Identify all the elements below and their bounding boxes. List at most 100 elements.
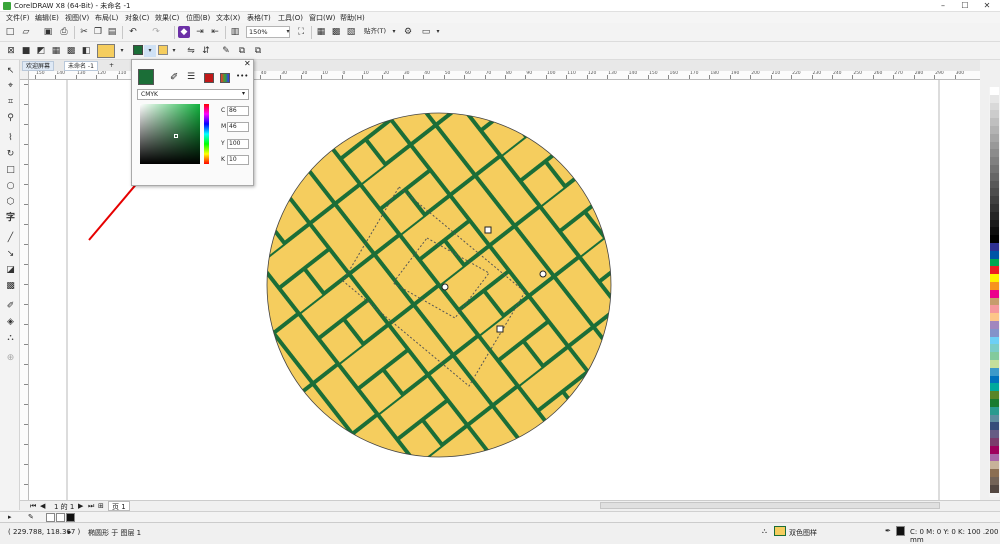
- palette-swatch[interactable]: [990, 250, 999, 259]
- palette-swatch[interactable]: [990, 453, 999, 462]
- palette-swatch[interactable]: [990, 165, 999, 173]
- transform-handle-right[interactable]: [539, 270, 547, 278]
- channel-c-input[interactable]: 86: [227, 106, 249, 116]
- ruler-origin[interactable]: [20, 71, 29, 80]
- woven-ellipse[interactable]: [266, 112, 612, 458]
- status-arrow-icon[interactable]: ▸: [68, 528, 72, 536]
- palette-swatch[interactable]: [990, 321, 999, 329]
- palette-swatch[interactable]: [990, 211, 999, 220]
- palette-swatch[interactable]: [990, 118, 999, 127]
- palette-swatch[interactable]: [990, 445, 999, 454]
- add-tool-icon[interactable]: ⊕: [4, 352, 17, 365]
- palette-swatch[interactable]: [990, 305, 999, 314]
- palette-swatch[interactable]: [990, 172, 999, 181]
- paste-icon[interactable]: ▤: [106, 26, 118, 38]
- palette-swatch[interactable]: [990, 297, 999, 306]
- swatch-black[interactable]: [66, 513, 75, 522]
- launch-dropdown-icon[interactable]: ▾: [432, 26, 444, 38]
- transform-handle-center[interactable]: [441, 283, 449, 291]
- parallel-dimension-icon[interactable]: ╱: [4, 232, 17, 245]
- corel-connect-icon[interactable]: ◆: [178, 26, 190, 38]
- menu-text[interactable]: 文本(X): [216, 13, 240, 23]
- page-tab[interactable]: 页 1: [108, 501, 130, 511]
- menu-object[interactable]: 对象(C): [125, 13, 149, 23]
- transform-with-object-icon[interactable]: ⧉: [236, 45, 248, 57]
- palette-swatch[interactable]: [990, 344, 999, 353]
- transform-handle-bottom[interactable]: [496, 325, 504, 333]
- rulers-icon[interactable]: ▦: [315, 26, 327, 38]
- channel-m-input[interactable]: 46: [227, 122, 249, 132]
- next-page-icon[interactable]: ▶: [78, 502, 83, 510]
- tab-welcome-screen[interactable]: 欢迎屏幕: [22, 61, 55, 71]
- fill-swatch[interactable]: [774, 526, 786, 536]
- eyedropper-tool-icon[interactable]: ✐: [4, 300, 17, 313]
- minimize-button[interactable]: –: [932, 0, 954, 12]
- mirror-horizontal-icon[interactable]: ⇋: [185, 45, 197, 57]
- uniform-fill-icon[interactable]: ■: [20, 45, 32, 57]
- outline-swatch[interactable]: [896, 526, 905, 536]
- palette-swatch[interactable]: [990, 87, 999, 95]
- horizontal-scrollbar[interactable]: [600, 502, 940, 509]
- connector-tool-icon[interactable]: ↘: [4, 248, 17, 261]
- mirror-vertical-icon[interactable]: ⇵: [200, 45, 212, 57]
- menu-file[interactable]: 文件(F): [6, 13, 30, 23]
- swatch-white[interactable]: [56, 513, 65, 522]
- artistic-media-icon[interactable]: ↻: [4, 148, 17, 161]
- add-tab-button[interactable]: +: [106, 61, 117, 71]
- menu-edit[interactable]: 编辑(E): [35, 13, 59, 23]
- first-page-icon[interactable]: ⏮: [30, 502, 36, 511]
- palette-swatch[interactable]: [990, 484, 999, 493]
- prev-page-icon[interactable]: ◀: [40, 502, 45, 510]
- channel-k-input[interactable]: 10: [227, 155, 249, 165]
- ellipse-tool-icon[interactable]: ○: [4, 180, 17, 193]
- maximize-button[interactable]: ☐: [954, 0, 976, 12]
- palette-swatch[interactable]: [990, 188, 999, 197]
- palette-swatch[interactable]: [990, 469, 999, 478]
- freehand-tool-icon[interactable]: ⌇: [4, 132, 17, 145]
- transparency-tool-icon[interactable]: ▩: [4, 280, 17, 293]
- import-icon[interactable]: ⇥: [194, 26, 206, 38]
- palette-swatch[interactable]: [990, 126, 999, 134]
- palette-swatch[interactable]: [990, 313, 999, 322]
- print-icon[interactable]: ⎙: [58, 26, 70, 38]
- palette-swatch[interactable]: [990, 352, 999, 361]
- palette-swatch[interactable]: [990, 149, 999, 158]
- crop-tool-icon[interactable]: ⌗: [4, 96, 17, 109]
- palette-swatch[interactable]: [990, 430, 999, 439]
- palette-swatch[interactable]: [990, 180, 999, 189]
- copy-fill-icon[interactable]: ⧉: [252, 45, 264, 57]
- menu-table[interactable]: 表格(T): [247, 13, 271, 23]
- palette-swatch[interactable]: [990, 196, 999, 205]
- saturation-value-field[interactable]: [140, 104, 200, 164]
- close-icon[interactable]: ✕: [244, 59, 251, 68]
- last-page-icon[interactable]: ⏭: [88, 502, 94, 511]
- rectangle-tool-icon[interactable]: □: [4, 164, 17, 177]
- palette-swatch[interactable]: [990, 328, 999, 337]
- menu-view[interactable]: 视图(V): [65, 13, 89, 23]
- add-page-icon[interactable]: ⊞: [98, 502, 104, 510]
- close-window-button[interactable]: ✕: [976, 0, 998, 12]
- bitmap-pattern-icon[interactable]: ▩: [65, 45, 77, 57]
- color-model-select[interactable]: CMYK: [137, 89, 249, 100]
- palette-swatch[interactable]: [990, 336, 999, 345]
- menu-window[interactable]: 窗口(W): [309, 13, 335, 23]
- new-icon[interactable]: □: [4, 26, 16, 38]
- color-viewer-icon[interactable]: [204, 73, 214, 83]
- color-selector-marker[interactable]: [174, 134, 178, 138]
- palette-swatch[interactable]: [990, 235, 999, 244]
- palette-swatch[interactable]: [990, 360, 999, 368]
- color-model-dropdown-icon[interactable]: ▾: [242, 90, 245, 97]
- cut-icon[interactable]: ✂: [78, 26, 90, 38]
- interactive-fill-icon[interactable]: ◈: [4, 316, 17, 329]
- edit-fill-icon[interactable]: ✎: [220, 45, 232, 57]
- hue-slider[interactable]: [204, 104, 209, 164]
- more-options-icon[interactable]: •••: [236, 72, 248, 80]
- publish-pdf-icon[interactable]: ▥: [229, 26, 241, 38]
- palette-swatch[interactable]: [990, 383, 999, 392]
- foreground-color-dropdown-icon[interactable]: ▾: [144, 45, 156, 57]
- palette-swatch[interactable]: [990, 219, 999, 228]
- swatch-none[interactable]: [46, 513, 55, 522]
- palette-swatch[interactable]: [990, 438, 999, 446]
- redo-icon[interactable]: ↷: [150, 26, 162, 38]
- transform-handle-top[interactable]: [484, 226, 492, 234]
